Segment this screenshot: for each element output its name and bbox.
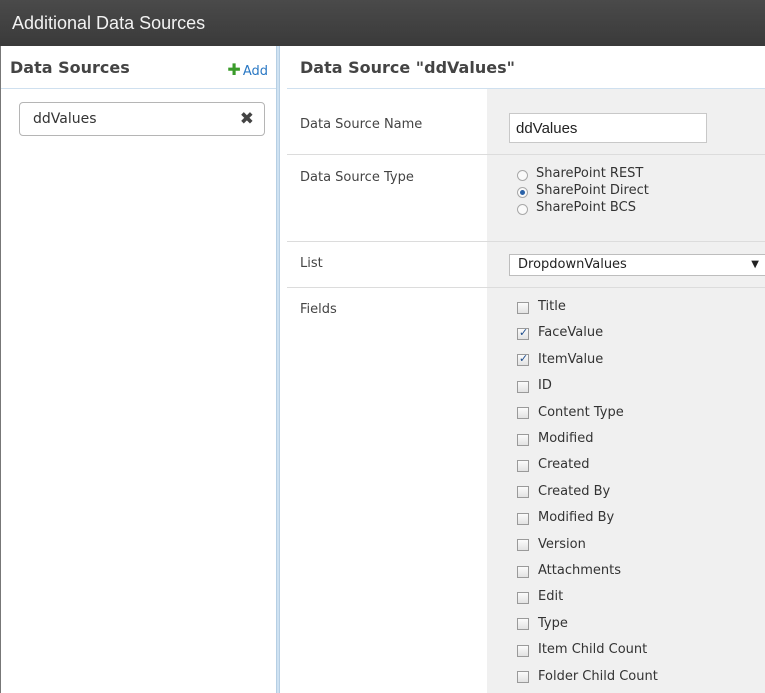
field-checkbox-row[interactable]: Created [517,457,589,475]
field-checkbox-row[interactable]: Type [517,616,568,634]
field-label: Attachments [538,563,621,578]
field-checkbox-row[interactable]: Folder Child Count [517,669,658,687]
list-label: List [300,256,323,271]
checkbox-icon[interactable] [517,539,529,552]
radio-label: SharePoint BCS [536,200,636,215]
data-source-item-label: ddValues [33,111,97,127]
checkbox-checked-icon[interactable] [517,326,529,340]
name-row: Data Source Name [287,89,765,155]
details-title: Data Source "ddValues" [300,58,515,77]
checkbox-icon[interactable] [517,591,529,604]
window-title: Additional Data Sources [0,0,765,46]
data-sources-title: Data Sources [10,58,130,77]
radio-button-selected-icon [517,187,528,198]
data-source-item[interactable]: ddValues ✖ [19,102,265,136]
checkbox-checked-icon[interactable] [517,352,529,367]
checkbox-icon[interactable] [517,486,529,499]
field-checkbox-row[interactable]: ID [517,378,552,396]
checkbox-icon[interactable] [517,671,529,684]
field-checkbox-row[interactable]: Modified By [517,510,614,528]
radio-button-icon [517,204,528,215]
checkbox-icon[interactable] [517,433,529,446]
field-checkbox-row[interactable]: Item Child Count [517,642,647,660]
field-checkbox-row[interactable]: Content Type [517,405,624,423]
fields-row: Fields Title FaceValue ItemValue ID Content … [287,288,765,693]
list-row: List DropdownValues ▼ [287,242,765,288]
field-label: Content Type [538,404,624,420]
details-header: Data Source "ddValues" [287,46,765,89]
data-sources-pane: Data Sources ✚ Add ddValues ✖ [1,46,276,693]
radio-label: SharePoint Direct [536,183,649,198]
dialog-body: Data Sources ✚ Add ddValues ✖ Data Source… [0,46,765,693]
add-label: Add [242,64,268,79]
radio-sharepoint-direct[interactable]: SharePoint Direct [517,183,649,199]
data-source-type-label: Data Source Type [300,170,414,185]
field-label: ItemValue [538,351,604,367]
dropdown-arrow-icon: ▼ [751,259,759,270]
field-label: Folder Child Count [538,668,658,684]
type-row: Data Source Type SharePoint REST SharePo… [287,155,765,242]
field-label: FaceValue [538,325,604,341]
field-checkbox-row[interactable]: Version [517,537,586,555]
pane-splitter[interactable] [276,46,280,693]
close-icon[interactable]: ✖ [240,109,254,129]
field-label: ID [538,378,552,394]
field-label: Item Child Count [538,642,648,658]
field-checkbox-row[interactable]: FaceValue [517,325,603,343]
field-label: Version [538,536,586,552]
checkbox-icon[interactable] [517,301,529,314]
checkbox-icon[interactable] [517,565,529,578]
checkbox-icon[interactable] [517,407,529,420]
data-source-name-label: Data Source Name [300,117,423,132]
field-label: Type [538,615,568,631]
data-sources-header: Data Sources ✚ Add [1,46,276,89]
add-data-source-button[interactable]: ✚ Add [227,60,268,79]
field-checkbox-row[interactable]: Modified [517,431,593,449]
checkbox-icon[interactable] [517,618,529,631]
field-checkbox-row[interactable]: Edit [517,589,563,607]
fields-label: Fields [300,302,337,317]
field-label: Title [538,299,566,314]
field-checkbox-row[interactable]: ItemValue [517,352,603,370]
field-label: Modified By [538,510,615,526]
list-select-value: DropdownValues [518,257,627,272]
field-checkbox-row[interactable]: Title [517,299,566,317]
radio-label: SharePoint REST [536,166,644,181]
field-label: Modified [538,431,594,446]
radio-button-icon [517,170,528,181]
field-checkbox-row[interactable]: Attachments [517,563,621,581]
data-source-name-input[interactable] [509,113,707,143]
radio-sharepoint-rest[interactable]: SharePoint REST [517,166,643,182]
checkbox-icon[interactable] [517,459,529,472]
field-checkbox-row[interactable]: Created By [517,484,610,502]
plus-icon: ✚ [227,60,241,79]
radio-sharepoint-bcs[interactable]: SharePoint BCS [517,200,636,216]
checkbox-icon[interactable] [517,380,529,393]
checkbox-icon[interactable] [517,512,529,525]
data-source-details-pane: Data Source "ddValues" Data Source Name … [287,46,765,693]
field-label: Created By [538,483,611,499]
field-label: Edit [538,589,564,605]
field-label: Created [538,457,590,473]
list-select[interactable]: DropdownValues ▼ [509,254,765,276]
checkbox-icon[interactable] [517,644,529,657]
